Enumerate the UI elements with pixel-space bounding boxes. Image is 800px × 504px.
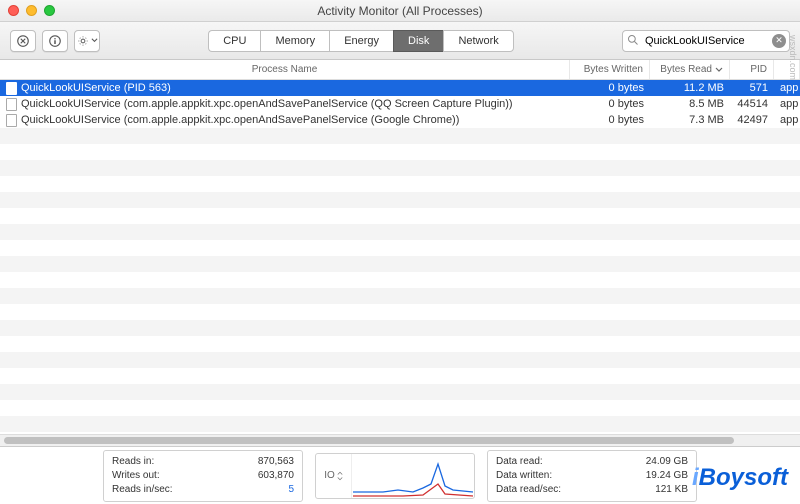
tab-cpu[interactable]: CPU bbox=[208, 30, 260, 52]
search-icon bbox=[627, 34, 639, 46]
process-icon bbox=[6, 114, 17, 127]
io-counts-box: Reads in:870,563 Writes out:603,870 Read… bbox=[103, 450, 303, 502]
tab-memory[interactable]: Memory bbox=[260, 30, 329, 52]
sort-desc-icon bbox=[715, 66, 723, 74]
process-icon bbox=[6, 82, 17, 95]
stepper-icon bbox=[337, 471, 343, 481]
data-amounts-box: Data read:24.09 GB Data written:19.24 GB… bbox=[487, 450, 697, 502]
tab-network[interactable]: Network bbox=[443, 30, 513, 52]
horizontal-scrollbar[interactable] bbox=[0, 434, 800, 446]
chevron-down-icon bbox=[91, 37, 98, 44]
traffic-lights bbox=[8, 5, 55, 16]
quit-process-button[interactable] bbox=[10, 30, 36, 52]
toolbar: CPU Memory Energy Disk Network ✕ bbox=[0, 22, 800, 60]
options-button[interactable] bbox=[74, 30, 100, 52]
process-table: QuickLookUIService (PID 563) 0 bytes 11.… bbox=[0, 80, 800, 434]
process-icon bbox=[6, 98, 17, 111]
io-sparkline bbox=[352, 454, 474, 498]
titlebar: Activity Monitor (All Processes) bbox=[0, 0, 800, 22]
table-row[interactable]: QuickLookUIService (com.apple.appkit.xpc… bbox=[0, 112, 800, 128]
watermark-logo: iBoysoft bbox=[692, 464, 788, 492]
col-bytes-read[interactable]: Bytes Read bbox=[650, 60, 730, 79]
col-bytes-written[interactable]: Bytes Written bbox=[570, 60, 650, 79]
gear-icon bbox=[77, 35, 89, 47]
search-input[interactable] bbox=[622, 30, 790, 52]
col-pid[interactable]: PID bbox=[730, 60, 774, 79]
table-header: Process Name Bytes Written Bytes Read PI… bbox=[0, 60, 800, 80]
stop-icon bbox=[17, 35, 29, 47]
empty-rows bbox=[0, 128, 800, 434]
col-process-name[interactable]: Process Name bbox=[0, 60, 570, 79]
clear-search-button[interactable]: ✕ bbox=[772, 34, 786, 48]
info-icon bbox=[49, 35, 61, 47]
window-title: Activity Monitor (All Processes) bbox=[317, 4, 482, 18]
view-tabs: CPU Memory Energy Disk Network bbox=[208, 30, 514, 52]
table-row[interactable]: QuickLookUIService (com.apple.appkit.xpc… bbox=[0, 96, 800, 112]
maximize-button[interactable] bbox=[44, 5, 55, 16]
footer-stats: Reads in:870,563 Writes out:603,870 Read… bbox=[0, 446, 800, 504]
close-button[interactable] bbox=[8, 5, 19, 16]
table-row[interactable]: QuickLookUIService (PID 563) 0 bytes 11.… bbox=[0, 80, 800, 96]
scrollbar-thumb[interactable] bbox=[4, 437, 734, 444]
tab-disk[interactable]: Disk bbox=[393, 30, 443, 52]
minimize-button[interactable] bbox=[26, 5, 37, 16]
io-graph: IO bbox=[315, 453, 475, 499]
search-field: ✕ bbox=[622, 30, 790, 52]
tab-energy[interactable]: Energy bbox=[329, 30, 393, 52]
watermark-url: wsxdn.com bbox=[788, 35, 798, 80]
graph-mode-selector[interactable]: IO bbox=[316, 454, 352, 498]
inspect-process-button[interactable] bbox=[42, 30, 68, 52]
